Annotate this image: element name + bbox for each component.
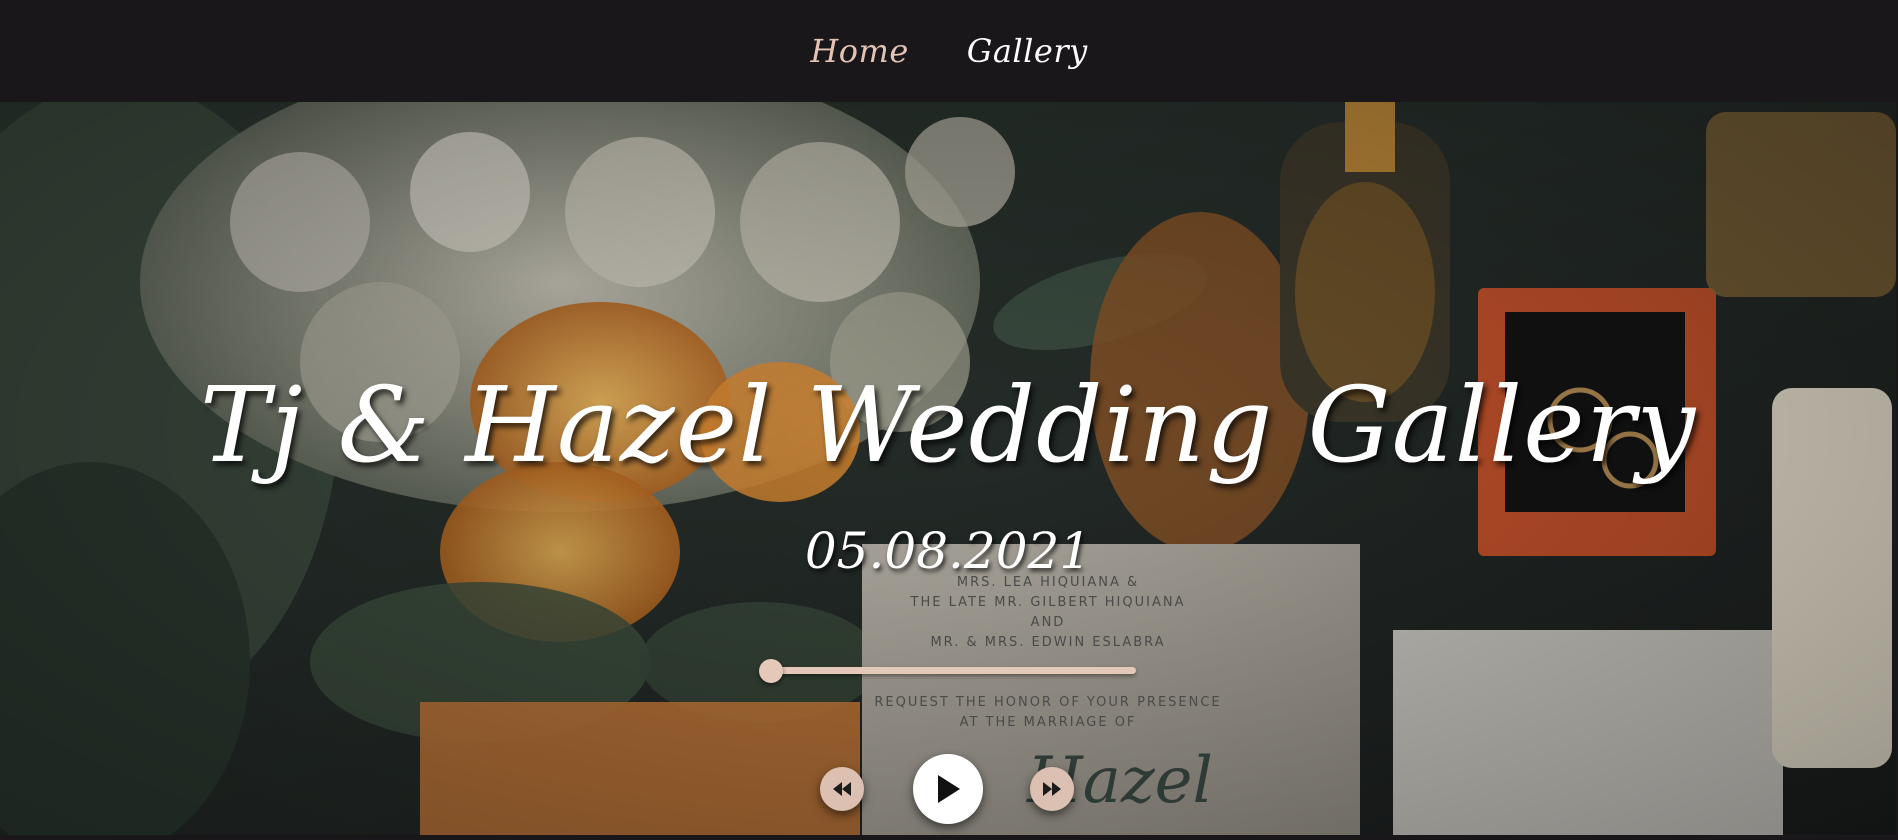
rewind-button[interactable] xyxy=(820,767,864,811)
fast-forward-button[interactable] xyxy=(1030,767,1074,811)
play-icon xyxy=(938,775,960,803)
invitation-line-4: MR. & MRS. EDWIN ESLABRA xyxy=(930,635,1165,650)
invitation-line-6: AT THE MARRIAGE OF xyxy=(960,715,1137,730)
invitation-line-2: THE LATE MR. GILBERT HIQUIANA xyxy=(910,595,1186,610)
hero-date: 05.08.2021 xyxy=(804,522,1092,580)
nav-gallery-link[interactable]: Gallery xyxy=(967,32,1088,70)
invitation-line-5: REQUEST THE HONOR OF YOUR PRESENCE xyxy=(874,695,1221,710)
hero-section: MRS. LEA HIQUIANA & THE LATE MR. GILBERT… xyxy=(0,102,1896,835)
audio-progress-handle[interactable] xyxy=(759,659,783,683)
top-navbar: Home Gallery xyxy=(0,0,1898,102)
fast-forward-icon xyxy=(1043,782,1061,796)
invitation-line-3: AND xyxy=(1031,615,1066,630)
play-button[interactable] xyxy=(913,754,983,824)
hero-title: Tj & Hazel Wedding Gallery xyxy=(199,364,1697,486)
audio-progress-bar[interactable] xyxy=(772,667,1136,674)
bottom-border xyxy=(0,835,1898,840)
rewind-icon xyxy=(833,782,851,796)
nav-home-link[interactable]: Home xyxy=(810,32,908,70)
